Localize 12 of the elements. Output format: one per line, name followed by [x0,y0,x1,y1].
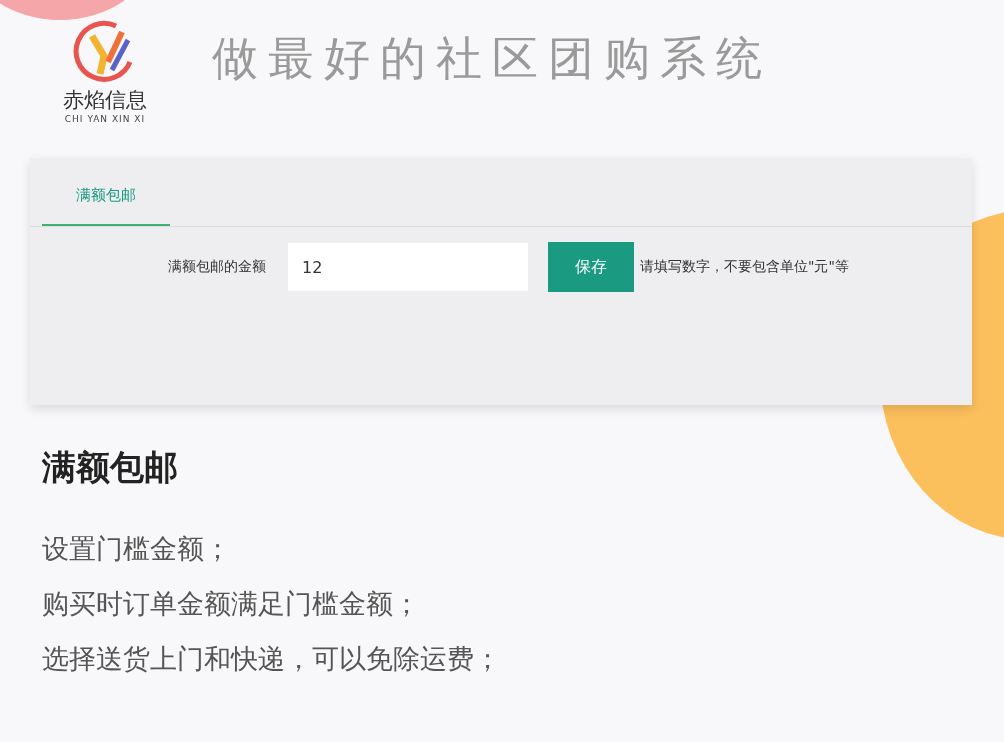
feature-line: 设置门槛金额； [42,532,232,566]
hint-text: 请填写数字，不要包含单位"元"等 [640,258,849,276]
feature-heading: 满额包邮 [42,446,179,489]
page-title: 做最好的社区团购系统 [212,30,772,87]
feature-line: 选择送货上门和快递，可以免除运费； [42,642,502,676]
amount-input[interactable]: 12 [288,243,528,291]
field-label: 满额包邮的金额 [167,258,266,276]
tab[interactable]: 满额包邮 [42,186,170,226]
logo-subtitle: CHI YAN XIN XI [64,114,146,124]
save-button[interactable]: 保存 [548,242,634,292]
logo-name: 赤焰信息 [63,87,147,114]
feature-line: 购买时订单金额满足门槛金额； [42,587,421,621]
